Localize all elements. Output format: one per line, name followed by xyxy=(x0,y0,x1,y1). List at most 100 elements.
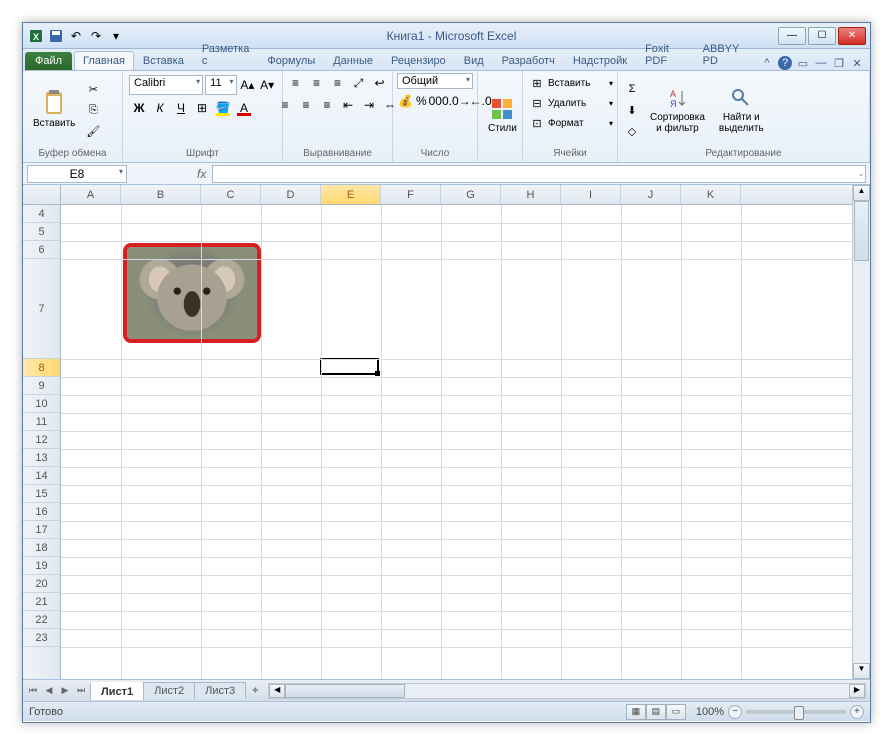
tab-abbyy[interactable]: ABBYY PD xyxy=(694,39,756,70)
zoom-slider[interactable] xyxy=(746,710,846,714)
doc-restore-icon[interactable]: ❐ xyxy=(832,56,846,70)
excel-icon[interactable]: X xyxy=(27,27,45,45)
scroll-down-icon[interactable]: ▼ xyxy=(853,663,870,679)
sheet-tab-3[interactable]: Лист3 xyxy=(194,682,246,699)
wrap-text-icon[interactable]: ↩ xyxy=(370,73,390,93)
tab-review[interactable]: Рецензиро xyxy=(382,51,455,70)
border-icon[interactable]: ⊞ xyxy=(192,98,212,118)
row-header-11[interactable]: 11 xyxy=(23,413,60,431)
orientation-icon[interactable]: ⤢ xyxy=(349,73,369,93)
scroll-left-icon[interactable]: ◀ xyxy=(269,684,285,698)
cells-format-button[interactable]: ⊡Формат▾ xyxy=(527,113,613,133)
cells-delete-button[interactable]: ⊟Удалить▾ xyxy=(527,93,613,113)
tab-developer[interactable]: Разработч xyxy=(493,51,564,70)
tab-addins[interactable]: Надстройк xyxy=(564,51,636,70)
minimize-ribbon-icon[interactable]: ^ xyxy=(760,56,774,70)
scroll-right-icon[interactable]: ▶ xyxy=(849,684,865,698)
fx-icon[interactable]: fx xyxy=(191,167,212,181)
name-box[interactable]: E8 xyxy=(27,165,127,183)
col-header-B[interactable]: B xyxy=(121,185,201,204)
row-header-12[interactable]: 12 xyxy=(23,431,60,449)
find-select-button[interactable]: Найти и выделить xyxy=(713,84,770,136)
row-header-13[interactable]: 13 xyxy=(23,449,60,467)
cells-area[interactable] xyxy=(61,205,852,679)
align-center-icon[interactable]: ≡ xyxy=(296,95,316,115)
doc-minimize-icon[interactable]: — xyxy=(814,56,828,70)
row-header-23[interactable]: 23 xyxy=(23,629,60,647)
row-header-22[interactable]: 22 xyxy=(23,611,60,629)
fill-color-icon[interactable]: 🪣 xyxy=(213,98,233,118)
format-painter-icon[interactable]: 🖌 xyxy=(83,121,103,141)
tab-home[interactable]: Главная xyxy=(74,51,134,70)
tab-formulas[interactable]: Формулы xyxy=(258,51,324,70)
grow-font-icon[interactable]: A▴ xyxy=(239,75,257,95)
redo-icon[interactable]: ↷ xyxy=(87,27,105,45)
hscroll-thumb[interactable] xyxy=(285,684,405,698)
col-header-G[interactable]: G xyxy=(441,185,501,204)
font-name-combo[interactable]: Calibri xyxy=(129,75,203,95)
font-color-icon[interactable]: A xyxy=(234,98,254,118)
row-header-18[interactable]: 18 xyxy=(23,539,60,557)
align-middle-icon[interactable]: ≡ xyxy=(307,73,327,93)
italic-button[interactable]: К xyxy=(150,98,170,118)
styles-button[interactable]: Стили xyxy=(482,95,523,136)
comma-icon[interactable]: 000 xyxy=(429,91,449,111)
embedded-image-highlight[interactable] xyxy=(123,243,261,343)
help-icon[interactable]: ? xyxy=(778,56,792,70)
expand-formula-icon[interactable]: ⌄ xyxy=(854,165,868,183)
file-tab[interactable]: Файл xyxy=(25,52,72,70)
row-header-15[interactable]: 15 xyxy=(23,485,60,503)
align-right-icon[interactable]: ≡ xyxy=(317,95,337,115)
font-size-combo[interactable]: 11 xyxy=(205,75,236,95)
bold-button[interactable]: Ж xyxy=(129,98,149,118)
horizontal-scrollbar[interactable]: ◀ ▶ xyxy=(268,683,866,699)
tab-foxit[interactable]: Foxit PDF xyxy=(636,39,694,70)
zoom-out-icon[interactable]: − xyxy=(728,705,742,719)
col-header-E[interactable]: E xyxy=(321,185,381,204)
indent-decrease-icon[interactable]: ⇤ xyxy=(338,95,358,115)
sheet-tab-1[interactable]: Лист1 xyxy=(90,682,144,700)
doc-close-icon[interactable]: ✕ xyxy=(850,56,864,70)
increase-decimal-icon[interactable]: .0→ xyxy=(450,91,470,111)
vscroll-thumb[interactable] xyxy=(854,201,869,261)
row-header-5[interactable]: 5 xyxy=(23,223,60,241)
sheet-tab-2[interactable]: Лист2 xyxy=(143,682,195,699)
col-header-C[interactable]: C xyxy=(201,185,261,204)
add-sheet-icon[interactable]: ✦ xyxy=(246,683,264,699)
align-left-icon[interactable]: ≡ xyxy=(275,95,295,115)
row-header-19[interactable]: 19 xyxy=(23,557,60,575)
sheet-nav-next-icon[interactable]: ▶ xyxy=(57,683,73,699)
row-header-6[interactable]: 6 xyxy=(23,241,60,259)
indent-increase-icon[interactable]: ⇥ xyxy=(359,95,379,115)
vertical-scrollbar[interactable]: ▲ ▼ xyxy=(852,185,870,679)
align-bottom-icon[interactable]: ≡ xyxy=(328,73,348,93)
tab-pagelayout[interactable]: Разметка с xyxy=(193,39,259,70)
tab-insert[interactable]: Вставка xyxy=(134,51,193,70)
currency-icon[interactable]: 💰 xyxy=(397,91,414,111)
row-header-4[interactable]: 4 xyxy=(23,205,60,223)
col-header-I[interactable]: I xyxy=(561,185,621,204)
view-pagebreak-icon[interactable]: ▭ xyxy=(666,704,686,720)
tab-view[interactable]: Вид xyxy=(455,51,493,70)
shrink-font-icon[interactable]: A▾ xyxy=(258,75,276,95)
row-header-9[interactable]: 9 xyxy=(23,377,60,395)
sheet-nav-prev-icon[interactable]: ◀ xyxy=(41,683,57,699)
select-all-corner[interactable] xyxy=(23,185,61,205)
col-header-F[interactable]: F xyxy=(381,185,441,204)
col-header-A[interactable]: A xyxy=(61,185,121,204)
row-header-21[interactable]: 21 xyxy=(23,593,60,611)
tab-data[interactable]: Данные xyxy=(324,51,382,70)
underline-button[interactable]: Ч xyxy=(171,98,191,118)
row-header-14[interactable]: 14 xyxy=(23,467,60,485)
copy-icon[interactable]: ⎘ xyxy=(83,100,103,120)
number-format-combo[interactable]: Общий xyxy=(397,73,473,89)
autosum-icon[interactable]: Σ xyxy=(622,79,642,99)
row-header-8[interactable]: 8 xyxy=(23,359,60,377)
sheet-nav-first-icon[interactable]: ⏮ xyxy=(25,683,41,699)
minimize-button[interactable]: — xyxy=(778,27,806,45)
worksheet-grid[interactable]: ABCDEFGHIJK 4567891011121314151617181920… xyxy=(23,185,870,679)
close-button[interactable]: ✕ xyxy=(838,27,866,45)
clear-icon[interactable]: ◇ xyxy=(622,121,642,141)
formula-input[interactable] xyxy=(212,165,866,183)
align-top-icon[interactable]: ≡ xyxy=(286,73,306,93)
